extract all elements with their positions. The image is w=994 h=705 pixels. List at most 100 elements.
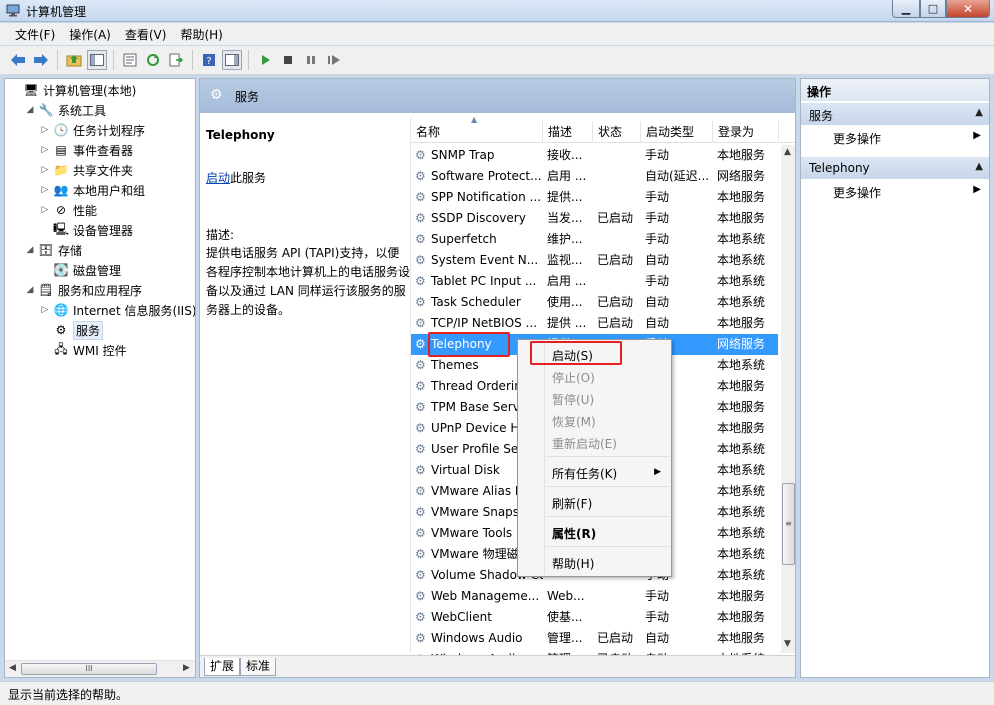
tree-item[interactable]: ▷ 🕓 任务计划程序 [39,120,145,140]
collapse-arrow-icon[interactable]: ◢ [24,285,36,295]
column-header-status[interactable]: 状态 [593,121,641,143]
show-action-pane-icon[interactable] [222,50,242,70]
expand-arrow-icon[interactable]: ▷ [39,165,51,175]
tree-item[interactable]: ▷🌐 Internet 信息服务(IIS)管理器 [39,300,195,320]
expand-arrow-icon[interactable]: ▷ [39,305,51,315]
service-name-text: Themes [431,358,479,372]
expand-arrow-icon[interactable]: ▷ [39,145,51,155]
collapse-arrow-icon[interactable]: ◢ [24,105,36,115]
properties-icon[interactable] [120,50,140,70]
menu-gutter [544,342,545,574]
table-row[interactable]: ⚙ SNMP Trap 接收... 手动 本地服务 [411,145,778,166]
table-row[interactable]: ⚙ Task Scheduler 使用... 已启动 自动 本地系统 [411,292,778,313]
scroll-up-icon[interactable]: ▲ [784,147,791,157]
service-gear-icon: ⚙ [415,316,426,330]
cell-log-on-as: 本地服务 [717,400,766,414]
horizontal-scrollbar[interactable]: ◀ III ▶ [5,660,195,677]
menu-item-help[interactable]: 帮助(H) [552,555,594,572]
service-gear-icon: ⚙ [415,379,426,393]
table-row[interactable]: ⚙ Windows Audio 管理... 已启动 自动 本地服务 [411,628,778,649]
restart-service-icon[interactable] [324,50,344,70]
menu-item-properties[interactable]: 属性(R) [552,525,596,542]
column-header-description[interactable]: 描述 [543,121,593,143]
table-row[interactable]: ⚙ SPP Notification ... 提供... 手动 本地服务 [411,187,778,208]
expand-arrow-icon[interactable]: ▷ [39,205,51,215]
cell-service-name: ⚙ WebClient [415,607,543,628]
tree-item[interactable]: ◢ 🔧 系统工具 [24,100,106,120]
cell-log-on-as: 本地服务 [717,379,766,393]
tree-item[interactable]: 🖥 计算机管理(本地) [9,80,136,100]
vertical-scrollbar[interactable]: ▲ ≡ ▼ [781,145,795,653]
back-arrow-icon[interactable] [8,50,28,70]
tree-item[interactable]: ▷ ▤ 事件查看器 [39,140,133,160]
menu-item-all-tasks[interactable]: 所有任务(K) [552,465,617,482]
menu-item-pause: 暂停(U) [552,393,595,407]
table-row[interactable]: ⚙ SSDP Discovery 当发... 已启动 手动 本地服务 [411,208,778,229]
minimize-button[interactable]: ▁ [892,0,920,18]
actions-section-telephony[interactable]: Telephony ▲ [801,157,989,179]
show-hide-tree-icon[interactable] [87,50,107,70]
close-button[interactable]: ✕ [946,0,990,18]
maximize-button[interactable]: □ [920,0,946,18]
task-scheduler-icon: 🕓 [53,123,69,137]
service-name-text: SNMP Trap [431,148,495,162]
start-service-icon[interactable] [255,50,275,70]
actions-section-services[interactable]: 服务 ▲ [801,103,989,125]
stop-service-icon[interactable] [278,50,298,70]
scroll-thumb[interactable]: ≡ [782,483,795,565]
scroll-right-icon[interactable]: ▶ [183,663,190,673]
menu-action[interactable]: 操作(A) [62,24,118,45]
start-service-link[interactable]: 启动 [206,171,230,185]
table-row[interactable]: ⚙ Web Manageme... Web... 手动 本地服务 [411,586,778,607]
help-icon[interactable]: ? [199,50,219,70]
tree-item[interactable]: 🖳 设备管理器 [39,220,133,240]
tree-item[interactable]: ▷ 👥 本地用户和组 [39,180,145,200]
status-bar: 显示当前选择的帮助。 [0,681,994,705]
export-list-icon[interactable] [166,50,186,70]
table-row[interactable]: ⚙ System Event N... 监视... 已启动 自动 本地系统 [411,250,778,271]
up-folder-icon[interactable] [64,50,84,70]
tree-item[interactable]: ◢ 🗄 存储 [24,240,82,260]
pause-service-icon[interactable] [301,50,321,70]
collapse-icon[interactable]: ▲ [975,107,983,118]
more-actions-services[interactable]: 更多操作 ▶ [833,127,983,147]
scroll-down-icon[interactable]: ▼ [784,639,791,649]
cell-service-name: ⚙ SSDP Discovery [415,208,543,229]
tree-item[interactable]: ⚙ 服务 [39,320,104,340]
column-header-startup-type[interactable]: 启动类型 [641,121,713,143]
menu-view[interactable]: 查看(V) [118,24,174,45]
tree-item-label: 磁盘管理 [73,263,122,278]
table-row[interactable]: ⚙ Software Protect... 启用 ... 自动(延迟... 网络服务 [411,166,778,187]
menu-help[interactable]: 帮助(H) [173,24,229,45]
services-icon: ⚙ [55,323,67,337]
tree-item[interactable]: ▷ ⊘ 性能 [39,200,97,220]
menu-item-start[interactable]: 启动(S) [552,347,593,364]
table-row[interactable]: ⚙ WebClient 使基... 手动 本地服务 [411,607,778,628]
tab-standard[interactable]: 标准 [240,658,277,676]
menu-file[interactable]: 文件(F) [8,24,62,45]
expand-arrow-icon[interactable]: ▷ [39,185,51,195]
table-row[interactable]: ⚙ Tablet PC Input ... 启用 ... 手动 本地系统 [411,271,778,292]
tab-extended[interactable]: 扩展 [204,658,241,676]
scroll-left-icon[interactable]: ◀ [9,663,16,673]
pane-header: ⚙ 服务 [200,79,795,113]
menu-item-refresh[interactable]: 刷新(F) [552,495,592,512]
cell-description: 提供... [547,190,583,204]
tree-item[interactable]: ▷ 📁 共享文件夹 [39,160,133,180]
tree-item[interactable]: 💽 磁盘管理 [39,260,122,280]
more-actions-telephony[interactable]: 更多操作 ▶ [833,181,983,201]
toolbar-separator [113,50,114,70]
column-header-log-on-as[interactable]: 登录为 [713,121,779,143]
expand-arrow-icon[interactable]: ▷ [39,125,51,135]
tree-item[interactable]: 🖧 WMI 控件 [39,340,126,360]
scroll-thumb[interactable]: III [21,663,157,675]
forward-arrow-icon[interactable] [31,50,51,70]
table-row[interactable]: ⚙ Superfetch 维护... 手动 本地系统 [411,229,778,250]
collapse-arrow-icon[interactable]: ◢ [24,245,36,255]
column-header-name[interactable]: 名称 [411,121,543,143]
tree-item[interactable]: ◢ 🗒 服务和应用程序 [24,280,142,300]
table-row[interactable]: ⚙ TCP/IP NetBIOS ... 提供 ... 已启动 自动 本地服务 [411,313,778,334]
collapse-icon[interactable]: ▲ [975,161,983,172]
cell-status: 已启动 [597,316,634,330]
refresh-icon[interactable] [143,50,163,70]
